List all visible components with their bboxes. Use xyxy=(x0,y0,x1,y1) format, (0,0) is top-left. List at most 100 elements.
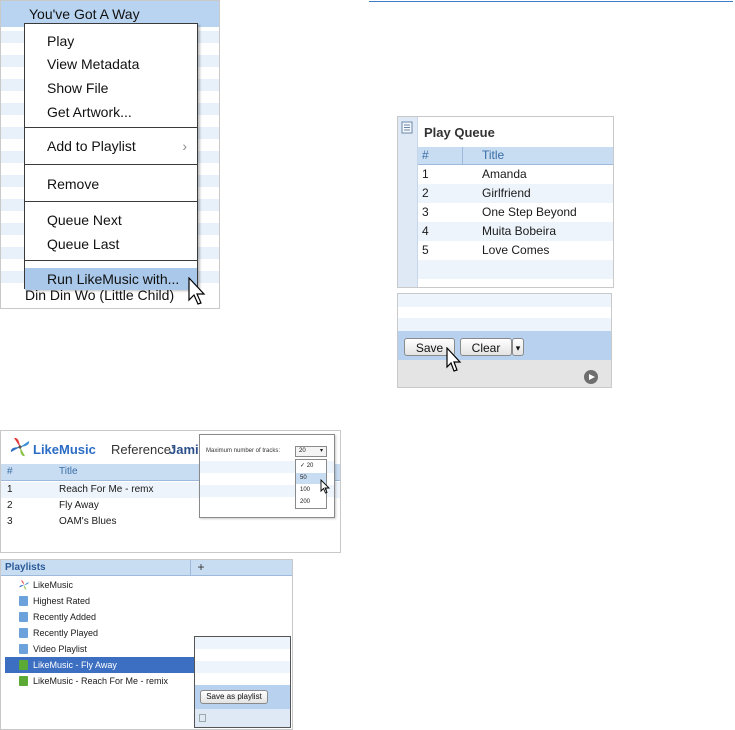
playlist-item-likemusic-fly-away[interactable]: LikeMusic - Fly Away xyxy=(5,657,211,673)
menu-item-run-likemusic[interactable]: Run LikeMusic with... xyxy=(25,268,197,290)
menu-item-show-file[interactable]: Show File xyxy=(25,77,197,99)
playlist-icon xyxy=(19,676,28,686)
table-row[interactable]: 3 One Step Beyond xyxy=(418,203,613,222)
document-icon xyxy=(401,121,413,134)
add-playlist-button[interactable]: + xyxy=(190,560,211,575)
row-number: 3 xyxy=(7,516,13,527)
playlist-item-likemusic-reach-for-me[interactable]: LikeMusic - Reach For Me - remix xyxy=(5,673,211,689)
row-stripe xyxy=(195,637,290,649)
playlists-header: Playlists + xyxy=(1,560,292,576)
row-number: 2 xyxy=(422,186,429,200)
playlist-label: LikeMusic xyxy=(33,580,74,590)
playlist-label: Recently Added xyxy=(33,612,97,622)
table-row-empty xyxy=(418,260,613,279)
column-header-title[interactable]: Title xyxy=(59,466,78,477)
divider-line xyxy=(369,1,733,2)
play-queue-panel: Play Queue # Title 1 Amanda 2 Girlfriend… xyxy=(397,116,614,288)
likemusic-panel: LikeMusic Reference: Jamie # Title 1 Rea… xyxy=(0,430,341,553)
menu-item-label: Add to Playlist xyxy=(47,138,136,154)
menu-item-queue-last[interactable]: Queue Last xyxy=(25,233,197,255)
playlist-label: LikeMusic - Reach For Me - remix xyxy=(33,676,169,686)
table-row[interactable]: 2 Girlfriend xyxy=(418,184,613,203)
max-tracks-label: Maximum number of tracks: xyxy=(206,448,281,454)
table-row[interactable]: 4 Muita Bobeira xyxy=(418,222,613,241)
option-200[interactable]: 200 xyxy=(296,497,326,508)
playlists-title: Playlists xyxy=(5,562,46,573)
smart-playlist-icon xyxy=(19,596,28,606)
column-divider xyxy=(462,147,463,165)
row-title: Girlfriend xyxy=(482,186,531,200)
playlist-label: LikeMusic - Fly Away xyxy=(33,660,117,670)
menu-separator xyxy=(25,127,197,128)
chevron-down-icon: ▾ xyxy=(319,448,323,454)
likemusic-logo-icon xyxy=(19,580,29,590)
save-as-playlist-button[interactable]: Save as playlist xyxy=(200,690,268,704)
menu-separator xyxy=(25,164,197,165)
clear-dropdown-button[interactable]: ▾ xyxy=(512,338,524,356)
save-playlist-popup: Save as playlist xyxy=(194,636,291,728)
queue-sidebar xyxy=(398,117,418,287)
row-title: Amanda xyxy=(482,167,527,181)
row-title: Reach For Me - remx xyxy=(59,484,154,495)
column-header-title[interactable]: Title xyxy=(482,148,504,162)
likemusic-title: LikeMusic xyxy=(33,442,96,457)
mouse-cursor-icon xyxy=(320,479,331,494)
chevron-right-icon: › xyxy=(182,138,187,154)
menu-item-add-to-playlist[interactable]: Add to Playlist › xyxy=(25,135,197,157)
row-number: 1 xyxy=(422,167,429,181)
column-header-number[interactable]: # xyxy=(422,148,429,162)
row-title: OAM's Blues xyxy=(59,516,117,527)
playlist-icon xyxy=(19,660,28,670)
row-stripe xyxy=(398,294,611,307)
track-list-context-panel: You've Got A Way Din Din Wo (Little Chil… xyxy=(0,0,220,309)
playlist-label: Highest Rated xyxy=(33,596,91,606)
row-number: 3 xyxy=(422,205,429,219)
smart-playlist-icon xyxy=(19,644,28,654)
popup-footer xyxy=(195,709,290,727)
row-title: Muita Bobeira xyxy=(482,224,557,238)
playlists-panel: Playlists + LikeMusic Highest Rated Rece… xyxy=(0,559,293,730)
row-number: 5 xyxy=(422,243,429,257)
row-title: Fly Away xyxy=(59,500,99,511)
smart-playlist-icon xyxy=(19,612,28,622)
row-number: 1 xyxy=(7,484,13,495)
row-title: Love Comes xyxy=(482,243,550,257)
table-row[interactable]: 1 Amanda xyxy=(418,165,613,184)
menu-separator xyxy=(25,260,197,261)
app-logo-icon xyxy=(584,370,598,384)
row-number: 4 xyxy=(422,224,429,238)
play-queue-header: # Title xyxy=(418,147,613,165)
menu-separator xyxy=(25,201,197,202)
playlist-item-highest-rated[interactable]: Highest Rated xyxy=(5,593,211,609)
mouse-cursor-icon xyxy=(188,277,206,305)
column-header-number[interactable]: # xyxy=(7,466,13,477)
menu-item-get-artwork[interactable]: Get Artwork... xyxy=(25,101,197,123)
playlist-label: Video Playlist xyxy=(33,644,87,654)
playlist-label: Recently Played xyxy=(33,628,99,638)
playlist-item-recently-added[interactable]: Recently Added xyxy=(5,609,211,625)
menu-item-queue-next[interactable]: Queue Next xyxy=(25,209,197,231)
row-number: 2 xyxy=(7,500,13,511)
context-menu: Play View Metadata Show File Get Artwork… xyxy=(24,23,198,290)
max-tracks-select[interactable]: 20 ▾ xyxy=(295,446,327,457)
menu-item-remove[interactable]: Remove xyxy=(25,173,197,195)
document-icon xyxy=(199,714,206,722)
play-queue-title: Play Queue xyxy=(424,125,495,140)
row-title: One Step Beyond xyxy=(482,205,577,219)
queue-actions-panel: Save Clear ▾ xyxy=(397,293,612,388)
likemusic-logo-icon xyxy=(10,437,30,457)
option-20[interactable]: ✓ 20 xyxy=(296,461,326,472)
playlist-item-video-playlist[interactable]: Video Playlist xyxy=(5,641,211,657)
menu-item-view-metadata[interactable]: View Metadata xyxy=(25,53,197,75)
mouse-cursor-icon xyxy=(446,347,462,372)
row-stripe xyxy=(398,318,611,331)
playlist-item-recently-played[interactable]: Recently Played xyxy=(5,625,211,641)
row-stripe xyxy=(195,661,290,673)
table-row[interactable]: 5 Love Comes xyxy=(418,241,613,260)
clear-button[interactable]: Clear xyxy=(460,338,512,356)
max-tracks-popup: Maximum number of tracks: 20 ▾ ✓ 20 50 1… xyxy=(199,434,335,518)
smart-playlist-icon xyxy=(19,628,28,638)
playlist-item-likemusic[interactable]: LikeMusic xyxy=(5,577,211,593)
menu-item-play[interactable]: Play xyxy=(25,30,197,52)
max-tracks-value: 20 xyxy=(299,448,306,454)
